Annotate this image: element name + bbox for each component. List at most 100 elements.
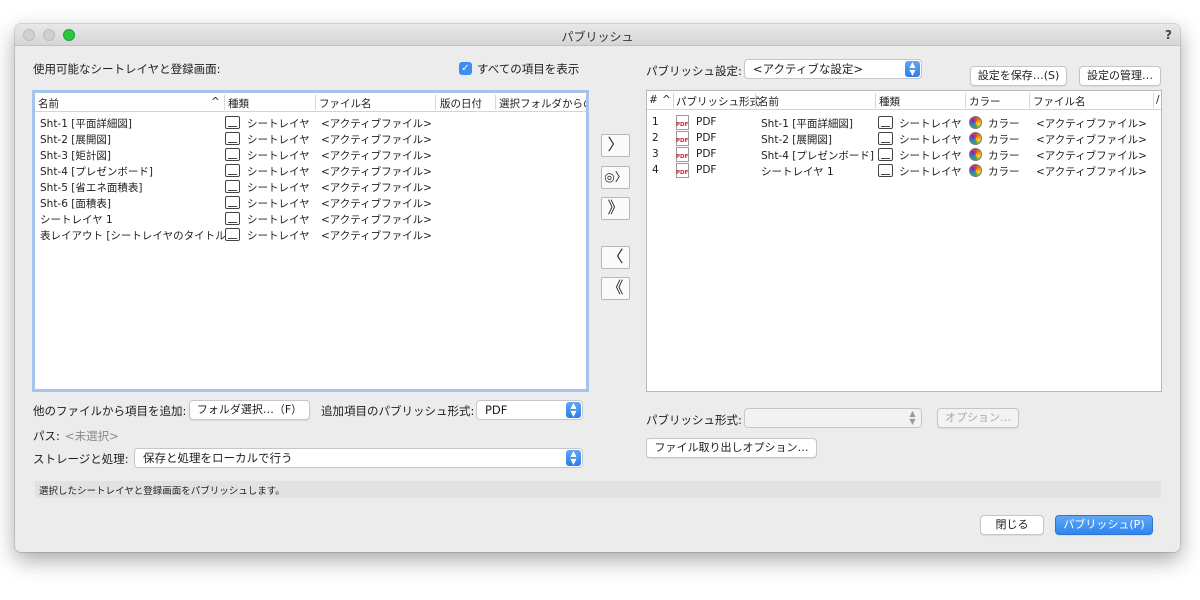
color-wheel-icon — [969, 164, 982, 177]
sheet-layer-icon — [225, 228, 240, 241]
list-item[interactable]: Sht-3 [矩計図] シートレイヤ <アクティブファイル> — [35, 147, 586, 163]
storage-value: 保存と処理をローカルで行う — [143, 451, 293, 465]
save-settings-button[interactable]: 設定を保存…(S) — [970, 66, 1067, 86]
item-type: シートレイヤ — [247, 214, 310, 226]
item-file: <アクティブファイル> — [321, 182, 432, 194]
column-header-more[interactable]: / — [1156, 94, 1160, 106]
add-button[interactable]: 〉 — [601, 134, 630, 157]
added-format-label: 追加項目のパブリッシュ形式: — [321, 404, 475, 418]
list-item[interactable]: Sht-2 [展開図] シートレイヤ <アクティブファイル> — [35, 131, 586, 147]
column-header-name[interactable]: 名前 — [38, 96, 59, 111]
column-header-color[interactable]: カラー — [969, 94, 1001, 109]
add-from-other-label: 他のファイルから項目を追加: — [33, 404, 187, 418]
row-name: Sht-2 [展開図] — [761, 134, 832, 146]
item-file: <アクティブファイル> — [321, 230, 432, 242]
status-text: 選択したシートレイヤと登録画面をパブリッシュします。 — [39, 486, 285, 497]
row-file: <アクティブファイル> — [1036, 134, 1147, 146]
column-header-version-date[interactable]: 版の日付 — [440, 96, 482, 111]
row-number: 2 — [652, 132, 659, 144]
row-format: PDF — [696, 164, 717, 176]
show-all-checkbox[interactable]: ✓ — [459, 62, 472, 75]
row-format: PDF — [696, 116, 717, 128]
available-items-list[interactable]: 名前 ^ 種類 ファイル名 版の日付 選択フォルダからの/ Sht-1 [平面詳… — [32, 90, 589, 392]
table-row[interactable]: 4 PDF PDF シートレイヤ 1 シートレイヤ カラー <アクティブファイル> — [647, 163, 1161, 179]
item-name: Sht-6 [面積表] — [40, 198, 111, 210]
folder-select-button[interactable]: フォルダ選択…（F） — [189, 400, 310, 420]
sheet-layer-icon — [225, 148, 240, 161]
publish-list[interactable]: # ^ パブリッシュ形式 名前 種類 カラー ファイル名 / 1 PDF PDF Sh… — [646, 90, 1162, 392]
item-file: <アクティブファイル> — [321, 214, 432, 226]
select-arrows-icon: ▲ ▼ — [905, 61, 920, 77]
sheet-layer-icon — [225, 180, 240, 193]
row-format: PDF — [696, 148, 717, 160]
column-header-name[interactable]: 名前 — [758, 94, 779, 109]
options-button[interactable]: オプション… — [937, 408, 1019, 428]
list-item[interactable]: シートレイヤ 1 シートレイヤ <アクティブファイル> — [35, 211, 586, 227]
remove-button[interactable]: 〈 — [601, 246, 630, 269]
item-file: <アクティブファイル> — [321, 198, 432, 210]
pdf-icon: PDF — [676, 147, 689, 162]
storage-select[interactable]: 保存と処理をローカルで行う ▲ ▼ — [134, 448, 583, 468]
color-wheel-icon — [969, 132, 982, 145]
list-item[interactable]: Sht-1 [平面詳細図] シートレイヤ <アクティブファイル> — [35, 115, 586, 131]
item-type: シートレイヤ — [247, 230, 310, 242]
item-file: <アクティブファイル> — [321, 150, 432, 162]
added-format-select[interactable]: PDF ▲ ▼ — [476, 400, 583, 420]
row-color: カラー — [988, 134, 1020, 146]
sort-ascending-icon[interactable]: ^ — [211, 96, 220, 108]
item-type: シートレイヤ — [247, 198, 310, 210]
publish-settings-select[interactable]: <アクティブな設定> ▲ ▼ — [744, 59, 922, 79]
title-bar[interactable]: パブリッシュ ? — [15, 24, 1180, 46]
show-all-label: すべての項目を表示 — [477, 62, 580, 76]
column-header-filename[interactable]: ファイル名 — [1033, 94, 1086, 109]
item-type: シートレイヤ — [247, 118, 310, 130]
select-arrows-icon: ▲ ▼ — [566, 450, 581, 466]
item-name: 表レイアウト [シートレイヤのタイトル] — [40, 230, 230, 242]
item-name: Sht-2 [展開図] — [40, 134, 111, 146]
list-item[interactable]: 表レイアウト [シートレイヤのタイトル] シートレイヤ <アクティブファイル> — [35, 227, 586, 243]
manage-settings-button[interactable]: 設定の管理… — [1079, 66, 1161, 86]
add-all-button[interactable]: 》 — [601, 197, 630, 220]
select-arrows-icon: ▲ ▼ — [909, 409, 916, 426]
publish-button[interactable]: パブリッシュ(P) — [1055, 515, 1153, 535]
list-item[interactable]: Sht-5 [省エネ面積表] シートレイヤ <アクティブファイル> — [35, 179, 586, 195]
pdf-icon: PDF — [676, 163, 689, 178]
item-name: Sht-1 [平面詳細図] — [40, 118, 132, 130]
item-name: Sht-5 [省エネ面積表] — [40, 182, 143, 194]
column-header-publish-format[interactable]: パブリッシュ形式 — [676, 94, 760, 109]
sheet-layer-icon — [878, 116, 893, 129]
sort-ascending-icon[interactable]: ^ — [662, 94, 671, 106]
sheet-layer-icon — [225, 196, 240, 209]
item-type: シートレイヤ — [247, 182, 310, 194]
row-number: 1 — [652, 116, 659, 128]
table-row[interactable]: 1 PDF PDF Sht-1 [平面詳細図] シートレイヤ カラー <アクティブファイル> — [647, 115, 1161, 131]
path-label: パス: — [33, 429, 60, 443]
table-row[interactable]: 2 PDF PDF Sht-2 [展開図] シートレイヤ カラー <アクティブファイル> — [647, 131, 1161, 147]
publish-settings-label: パブリッシュ設定: — [646, 64, 742, 78]
item-file: <アクティブファイル> — [321, 166, 432, 178]
item-type: シートレイヤ — [247, 134, 310, 146]
list-item[interactable]: Sht-6 [面積表] シートレイヤ <アクティブファイル> — [35, 195, 586, 211]
available-items-heading: 使用可能なシートレイヤと登録画面: — [33, 62, 221, 76]
list-item[interactable]: Sht-4 [プレゼンボード] シートレイヤ <アクティブファイル> — [35, 163, 586, 179]
item-name: シートレイヤ 1 — [40, 214, 113, 226]
column-header-filename[interactable]: ファイル名 — [319, 96, 372, 111]
publish-dialog: パブリッシュ ? 使用可能なシートレイヤと登録画面: ✓ すべての項目を表示 名… — [15, 24, 1180, 552]
item-file: <アクティブファイル> — [321, 118, 432, 130]
publish-format-label: パブリッシュ形式: — [646, 413, 742, 427]
column-header-type[interactable]: 種類 — [228, 96, 249, 111]
add-special-button[interactable]: ◎〉 — [601, 166, 630, 189]
column-header-number[interactable]: # — [649, 94, 658, 106]
file-export-options-button[interactable]: ファイル取り出しオプション… — [646, 438, 817, 458]
remove-all-button[interactable]: 《 — [601, 277, 630, 300]
row-name: Sht-1 [平面詳細図] — [761, 118, 853, 130]
color-wheel-icon — [969, 116, 982, 129]
table-row[interactable]: 3 PDF PDF Sht-4 [プレゼンボード] シートレイヤ カラー <アクティブファイ… — [647, 147, 1161, 163]
storage-label: ストレージと処理: — [33, 452, 129, 466]
publish-format-select[interactable]: ▲ ▼ — [744, 408, 922, 428]
help-icon[interactable]: ? — [1165, 28, 1172, 42]
column-header-relative-path[interactable]: 選択フォルダからの/ — [499, 96, 586, 111]
column-header-type[interactable]: 種類 — [879, 94, 900, 109]
close-button[interactable]: 閉じる — [980, 515, 1044, 535]
item-file: <アクティブファイル> — [321, 134, 432, 146]
